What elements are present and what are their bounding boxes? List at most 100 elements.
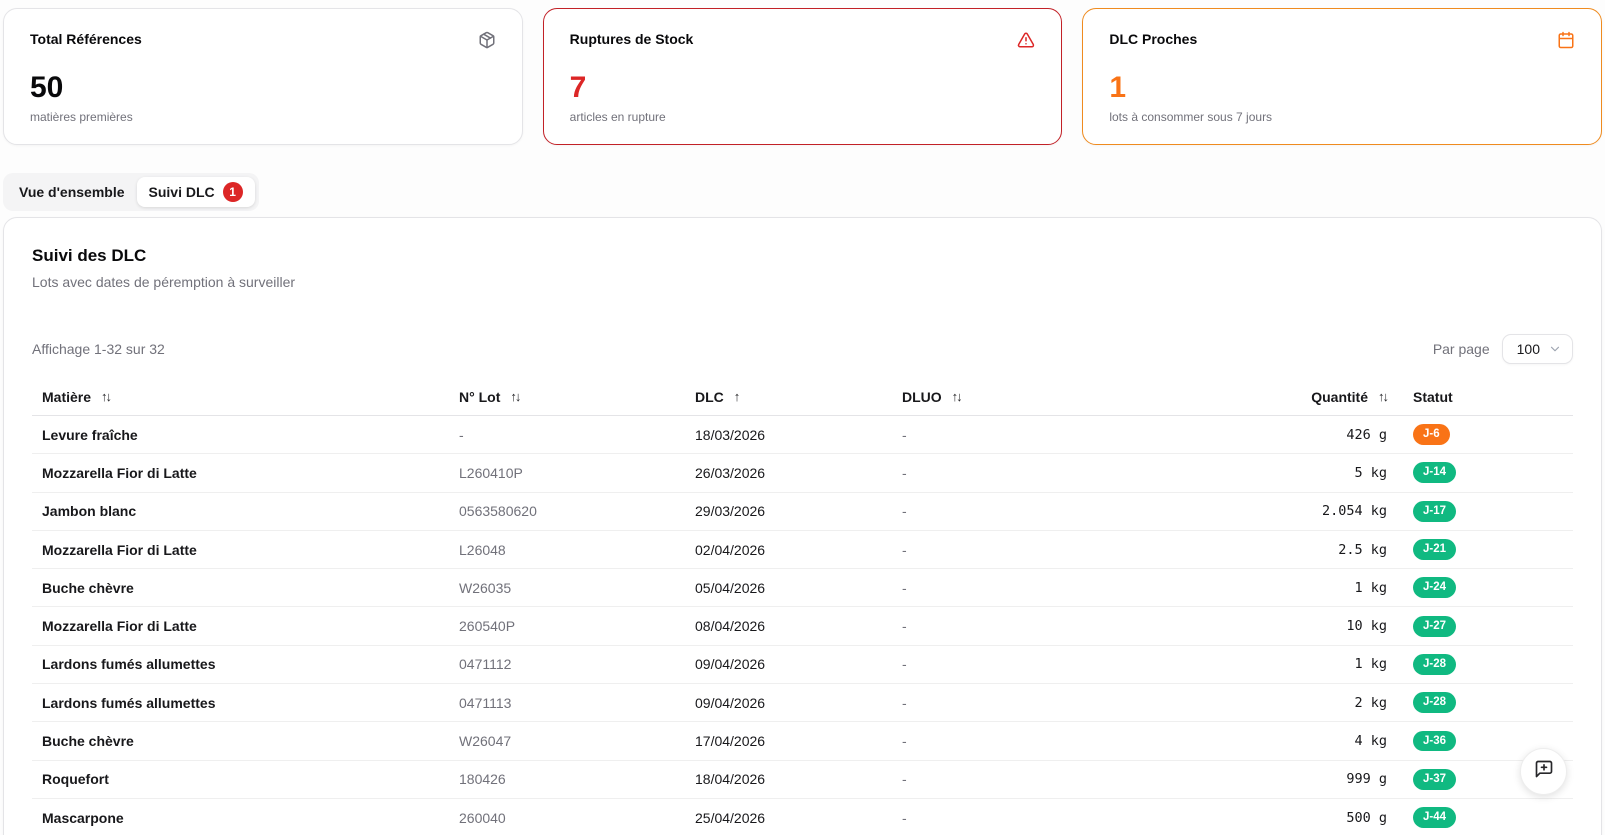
table-row[interactable]: Jambon blanc 0563580620 29/03/2026 - 2.0…	[32, 493, 1573, 531]
stat-cards: Total Références 50 matières premières R…	[3, 8, 1602, 145]
column-header-lot[interactable]: N° Lot ↑↓	[449, 389, 685, 405]
status-badge: J-44	[1413, 807, 1457, 829]
cell-matiere: Lardons fumés allumettes	[42, 694, 216, 711]
cell-dluo: -	[902, 464, 907, 481]
cell-lot: L260410P	[459, 464, 523, 481]
sort-icon: ↑↓	[101, 389, 112, 404]
cell-quantite: 1 kg	[1354, 656, 1387, 673]
cell-statut: J-21	[1403, 539, 1573, 560]
cell-matiere: Lardons fumés allumettes	[42, 656, 216, 673]
cell-lot: L26048	[459, 541, 506, 558]
tab-vue-densemble[interactable]: Vue d'ensemble	[7, 179, 137, 205]
card-value: 50	[30, 71, 64, 104]
cell-dlc: 02/04/2026	[695, 541, 766, 558]
column-header-quantite[interactable]: Quantité ↑↓	[1167, 389, 1403, 405]
sort-asc-icon: ↑	[733, 389, 740, 404]
table-row[interactable]: Buche chèvre W26047 17/04/2026 - 4 kg J-…	[32, 722, 1573, 761]
cell-quantite: 999 g	[1346, 771, 1387, 788]
column-header-dlc[interactable]: DLC ↑	[685, 389, 892, 405]
column-header-matiere[interactable]: Matière ↑↓	[32, 389, 449, 405]
cell-matiere: Mozzarella Fior di Latte	[42, 464, 197, 481]
status-badge: J-14	[1413, 462, 1457, 484]
cell-dluo: -	[902, 733, 907, 750]
tab-suivi-dlc[interactable]: Suivi DLC 1	[136, 177, 255, 207]
table-row[interactable]: Lardons fumés allumettes 0471113 09/04/2…	[32, 684, 1573, 723]
status-badge: J-28	[1413, 692, 1457, 714]
cell-dluo: -	[902, 541, 907, 558]
column-header-statut: Statut	[1413, 388, 1453, 405]
cell-quantite: 426 g	[1346, 426, 1387, 443]
per-page-value: 100	[1516, 341, 1540, 357]
cell-matiere: Jambon blanc	[42, 503, 137, 520]
tab-label: Vue d'ensemble	[19, 184, 125, 200]
cell-lot: 0471112	[459, 656, 512, 673]
card-total-references: Total Références 50 matières premières	[3, 8, 523, 145]
panel-subtitle: Lots avec dates de péremption à surveill…	[32, 274, 296, 290]
table-body: Levure fraîche - 18/03/2026 - 426 g J-6 …	[32, 416, 1573, 835]
cell-matiere: Buche chèvre	[42, 579, 134, 596]
cell-dlc: 18/04/2026	[695, 771, 766, 788]
cell-dlc: 25/04/2026	[695, 809, 766, 826]
per-page-select[interactable]: 100	[1501, 334, 1573, 364]
status-badge: J-17	[1413, 500, 1457, 522]
panel-title: Suivi des DLC	[32, 246, 147, 265]
table-row[interactable]: Mascarpone 260040 25/04/2026 - 500 g J-4…	[32, 799, 1573, 835]
status-badge: J-28	[1413, 653, 1457, 675]
table-header: Matière ↑↓ N° Lot ↑↓ DLC ↑ DLUO ↑↓ Quant…	[32, 378, 1573, 416]
tab-count-badge: 1	[222, 182, 243, 202]
cell-dluo: -	[902, 771, 907, 788]
cell-statut: J-14	[1403, 462, 1573, 484]
sort-icon: ↑↓	[1378, 389, 1389, 404]
table-row[interactable]: Lardons fumés allumettes 0471112 09/04/2…	[32, 646, 1573, 685]
card-subtitle: articles en rupture	[569, 110, 666, 124]
cell-statut: J-6	[1403, 424, 1573, 446]
cell-quantite: 2.054 kg	[1321, 503, 1387, 520]
suivi-dlc-panel: Suivi des DLC Lots avec dates de pérempt…	[3, 217, 1602, 835]
status-badge: J-6	[1413, 424, 1450, 446]
cell-quantite: 10 kg	[1346, 618, 1387, 635]
cell-matiere: Buche chèvre	[42, 733, 134, 750]
cell-lot: 180426	[459, 771, 506, 788]
cell-matiere: Mascarpone	[42, 809, 124, 826]
table-row[interactable]: Roquefort 180426 18/04/2026 - 999 g J-37	[32, 761, 1573, 799]
card-value: 7	[569, 71, 587, 104]
tab-label: Suivi DLC	[148, 184, 215, 200]
table-row[interactable]: Mozzarella Fior di Latte 260540P 08/04/2…	[32, 607, 1573, 646]
sort-icon: ↑↓	[951, 389, 963, 404]
cell-statut: J-28	[1403, 653, 1573, 675]
cell-lot: 260040	[459, 809, 506, 826]
table-row[interactable]: Levure fraîche - 18/03/2026 - 426 g J-6	[32, 416, 1573, 455]
cell-dluo: -	[902, 426, 907, 443]
cell-quantite: 2 kg	[1354, 694, 1387, 711]
cell-statut: J-17	[1403, 500, 1573, 522]
card-title: Ruptures de Stock	[569, 31, 694, 47]
cell-statut: J-44	[1403, 807, 1573, 829]
tabs-bar: Vue d'ensemble Suivi DLC 1	[3, 173, 259, 211]
feedback-message-plus-icon	[1534, 759, 1554, 784]
cell-quantite: 500 g	[1346, 809, 1387, 826]
cell-dlc: 08/04/2026	[695, 618, 766, 635]
cell-lot: 0563580620	[459, 503, 537, 520]
table-row[interactable]: Mozzarella Fior di Latte L26048 02/04/20…	[32, 531, 1573, 570]
cell-quantite: 4 kg	[1354, 733, 1387, 750]
cell-matiere: Mozzarella Fior di Latte	[42, 618, 197, 635]
package-icon	[478, 31, 496, 49]
column-header-dluo[interactable]: DLUO ↑↓	[892, 389, 1167, 405]
cell-dlc: 09/04/2026	[695, 656, 766, 673]
table-row[interactable]: Mozzarella Fior di Latte L260410P 26/03/…	[32, 454, 1573, 493]
card-title: DLC Proches	[1109, 31, 1198, 47]
card-subtitle: matières premières	[30, 110, 133, 124]
cell-dluo: -	[902, 694, 907, 711]
cell-lot: -	[459, 426, 464, 443]
cell-lot: 0471113	[459, 694, 512, 711]
feedback-button[interactable]	[1520, 748, 1567, 795]
cell-lot: W26047	[459, 733, 512, 750]
table-row[interactable]: Buche chèvre W26035 05/04/2026 - 1 kg J-…	[32, 569, 1573, 608]
card-value: 1	[1109, 71, 1127, 104]
status-badge: J-24	[1413, 577, 1457, 599]
cell-lot: 260540P	[459, 618, 516, 635]
cell-dlc: 09/04/2026	[695, 694, 766, 711]
status-badge: J-27	[1413, 615, 1457, 637]
cell-dluo: -	[902, 579, 907, 596]
alert-triangle-icon	[1017, 31, 1035, 49]
